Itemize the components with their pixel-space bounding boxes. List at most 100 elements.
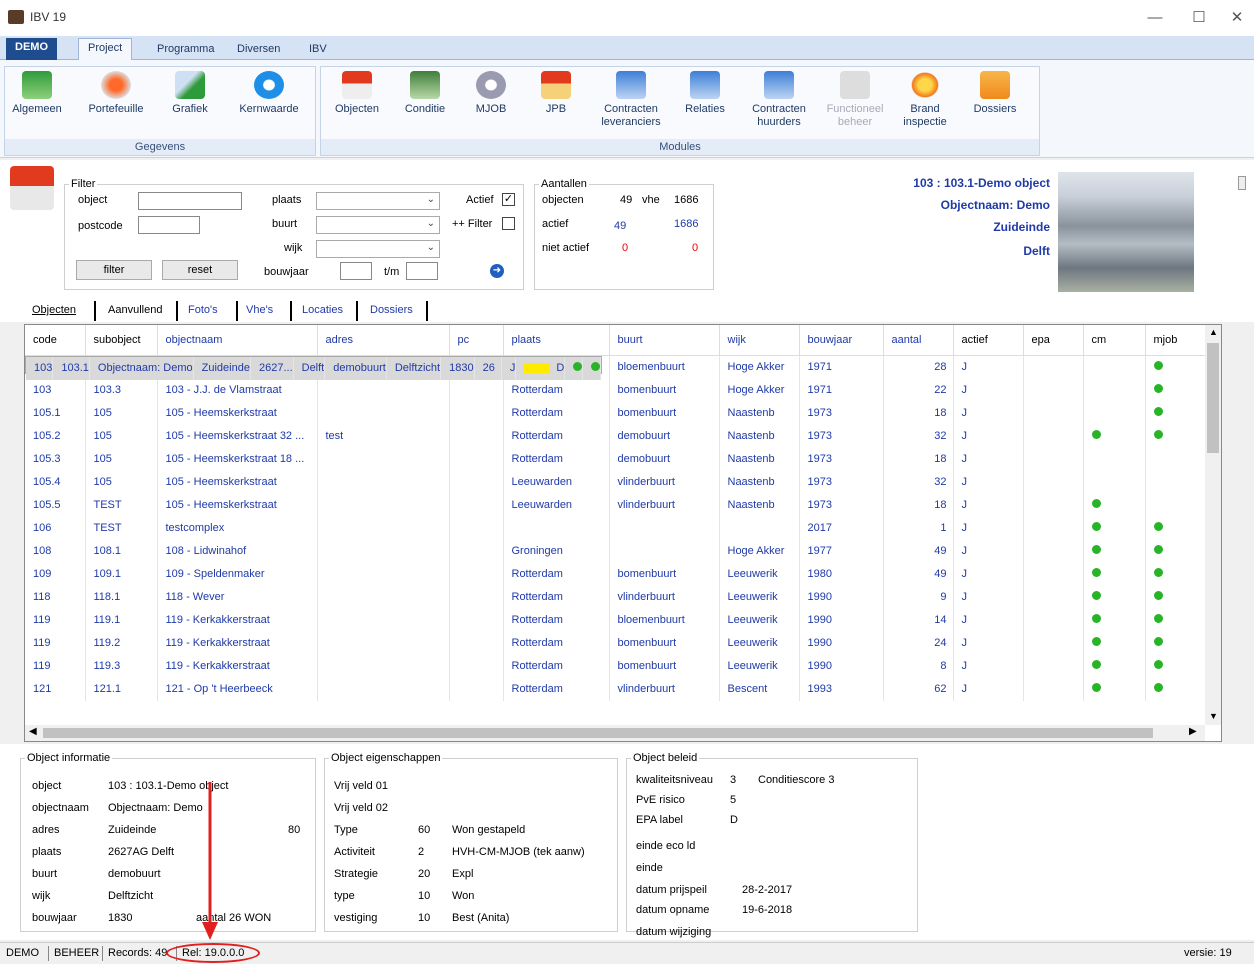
cell-actief: J (953, 631, 1024, 655)
wijk-select[interactable]: ⌄ (316, 240, 440, 258)
cell-code: 103 (26, 356, 54, 380)
status-dot-icon (1153, 361, 1163, 370)
dossiers-button[interactable]: Dossiers (965, 71, 1025, 116)
column-header-pc[interactable]: pc (449, 325, 504, 356)
table-row[interactable]: 109 109.1 109 - Speldenmaker Rotterdam bomen… (25, 562, 1206, 586)
conditie-label: Conditie (404, 103, 446, 115)
scroll-down-icon[interactable]: ▼ (1209, 711, 1218, 721)
plusfilter-checkbox[interactable] (502, 217, 515, 230)
go-arrow-icon[interactable]: ➜ (490, 264, 504, 278)
table-row[interactable]: 119 119.1 119 - Kerkakkerstraat Rotterdam bl… (25, 608, 1206, 632)
tab-objecten[interactable]: Objecten (32, 302, 76, 320)
bouwjaar-to-input[interactable] (406, 262, 438, 280)
annotation-ellipse (166, 943, 260, 963)
cell-bouwjaar: 1830 (440, 356, 475, 380)
brand-inspectie-button[interactable]: Brand inspectie (897, 71, 953, 129)
column-header-bouwjaar[interactable]: bouwjaar (799, 325, 884, 356)
column-header-code[interactable]: code (25, 325, 86, 356)
mjob-button[interactable]: MJOB (461, 71, 521, 116)
tab-locaties[interactable]: Locaties (302, 302, 343, 320)
scroll-right-icon[interactable]: ▶ (1189, 726, 1197, 737)
scroll-up-icon[interactable]: ▲ (1209, 327, 1218, 337)
column-header-plaats[interactable]: plaats (503, 325, 610, 356)
table-row[interactable]: 103 103.1 Objectnaam: Demo Zuideinde 2627...… (25, 355, 603, 380)
contracten-huurders-button[interactable]: Contracten huurders (745, 71, 813, 129)
cell-objectnaam: testcomplex (157, 516, 318, 540)
cell-aantal: 62 (883, 677, 954, 701)
plaats-select[interactable]: ⌄ (316, 192, 440, 210)
buurt-select[interactable]: ⌄ (316, 216, 440, 234)
functioneel-beheer-button[interactable]: Functioneel beheer (821, 71, 889, 129)
portefeuille-button[interactable]: Portefeuille (79, 71, 153, 116)
tab-dossiers[interactable]: Dossiers (370, 302, 413, 320)
tab-programma[interactable]: Programma (148, 40, 223, 60)
close-button[interactable]: ✕ (1222, 6, 1252, 30)
contracten-huurders-label-2: huurders (757, 116, 801, 128)
vertical-scroll-thumb[interactable] (1207, 343, 1219, 453)
bouwjaar-from-input[interactable] (340, 262, 372, 280)
horizontal-scroll-thumb[interactable] (43, 728, 1153, 738)
objecten-button[interactable]: Objecten (325, 71, 389, 116)
algemeen-button[interactable]: Algemeen (7, 71, 67, 116)
table-row[interactable]: 105.1 105 105 - Heemskerkstraat Rotterdam bo… (25, 401, 1206, 425)
column-header-actief[interactable]: actief (953, 325, 1024, 356)
panel-scroll-handle[interactable] (1238, 176, 1246, 190)
horizontal-scrollbar[interactable]: ◀ ▶ (25, 725, 1205, 741)
object-input[interactable] (138, 192, 242, 210)
actief-checkbox[interactable]: ✓ (502, 193, 515, 206)
conditie-button[interactable]: Conditie (393, 71, 457, 116)
jpb-button[interactable]: JPB (531, 71, 581, 116)
tab-ibv[interactable]: IBV (300, 40, 336, 60)
tab-diversen[interactable]: Diversen (228, 40, 289, 60)
menu-demo[interactable]: DEMO (6, 38, 57, 60)
column-header-adres[interactable]: adres (317, 325, 450, 356)
minimize-button[interactable]: — (1140, 6, 1170, 30)
column-header-cm[interactable]: cm (1083, 325, 1146, 356)
cell-adres (317, 516, 450, 540)
tab-fotos[interactable]: Foto's (188, 302, 218, 320)
column-header-objectnaam[interactable]: objectnaam (157, 325, 318, 356)
table-row[interactable]: 105.5 TEST 105 - Heemskerkstraat Leeuwarden… (25, 493, 1206, 517)
status-dot-icon (1153, 614, 1163, 623)
table-row[interactable]: 105.2 105 105 - Heemskerkstraat 32 ... test… (25, 424, 1206, 448)
status-dot-icon (1153, 407, 1163, 416)
column-header-mjob[interactable]: mjob (1145, 325, 1206, 356)
table-row[interactable]: 105.4 105 105 - Heemskerkstraat Leeuwarden v… (25, 470, 1206, 494)
tab-aanvullend[interactable]: Aanvullend (108, 302, 162, 320)
aantallen-actief-label: actief (542, 218, 569, 230)
cell-code: 105.1 (25, 401, 86, 425)
column-header-epa[interactable]: epa (1023, 325, 1084, 356)
contracten-leveranciers-button[interactable]: Contracten leveranciers (591, 71, 671, 129)
table-row[interactable]: 119 119.2 119 - Kerkakkerstraat Rotterdam bo… (25, 631, 1206, 655)
table-row[interactable]: 118 118.1 118 - Wever Rotterdam vlinderbuurt… (25, 585, 1206, 609)
table-row[interactable]: 106 TEST testcomplex 2017 1 J (25, 516, 1206, 540)
column-header-buurt[interactable]: buurt (609, 325, 720, 356)
reset-button[interactable]: reset (162, 260, 238, 280)
vertical-scrollbar[interactable]: ▲ ▼ (1205, 325, 1221, 725)
grafiek-button[interactable]: Grafiek (165, 71, 215, 116)
cell-adres (317, 539, 450, 563)
tab-vhes[interactable]: Vhe's (246, 302, 273, 320)
scroll-left-icon[interactable]: ◀ (29, 726, 37, 737)
cell-code: 118 (25, 585, 86, 609)
cell-subobject: 105 (85, 447, 158, 471)
relaties-button[interactable]: Relaties (677, 71, 733, 116)
status-records: Records: 49 (108, 947, 168, 959)
column-header-subobject[interactable]: subobject (85, 325, 158, 356)
postcode-input[interactable] (138, 216, 200, 234)
column-header-wijk[interactable]: wijk (719, 325, 800, 356)
maximize-button[interactable]: ☐ (1184, 6, 1214, 30)
kernwaarde-button[interactable]: Kernwaarde (231, 71, 307, 116)
column-header-aantal[interactable]: aantal (883, 325, 954, 356)
filter-button[interactable]: filter (76, 260, 152, 280)
cell-cm (1083, 470, 1146, 494)
table-row[interactable]: 108 108.1 108 - Lidwinahof Groningen Hoge Ak… (25, 539, 1206, 563)
table-row[interactable]: 105.3 105 105 - Heemskerkstraat 18 ... Rott… (25, 447, 1206, 471)
tab-project[interactable]: Project (78, 38, 133, 61)
algemeen-label: Algemeen (12, 103, 62, 115)
table-row[interactable]: 119 119.3 119 - Kerkakkerstraat Rotterdam bo… (25, 654, 1206, 678)
cell-plaats: Rotterdam (503, 631, 610, 655)
postcode-label: postcode (78, 220, 123, 232)
table-row[interactable]: 121 121.1 121 - Op 't Heerbeeck Rotterdam vl… (25, 677, 1206, 701)
table-row[interactable]: 103 103.3 103 - J.J. de Vlamstraat Rotterda… (25, 378, 1206, 402)
